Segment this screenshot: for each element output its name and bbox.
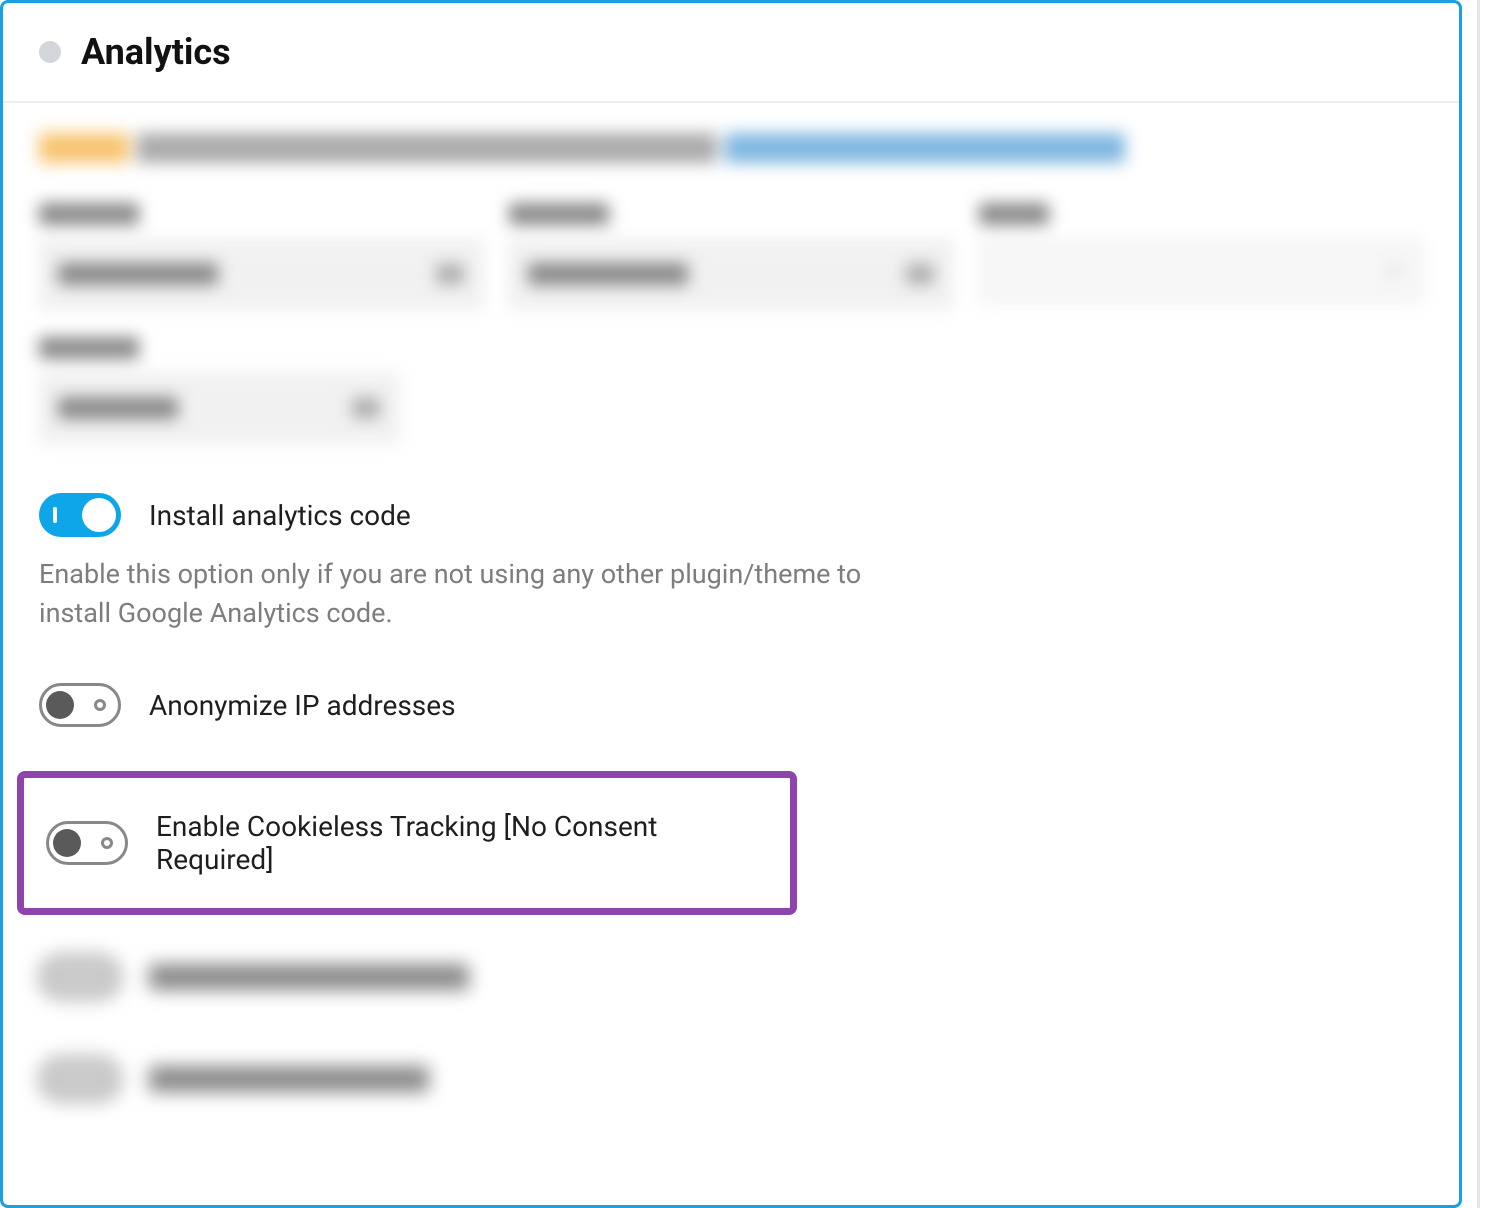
alert-link[interactable]: [725, 133, 1125, 163]
form-field-2: [509, 203, 953, 309]
blurred-option-row: [39, 1057, 1423, 1101]
text-input[interactable]: [39, 373, 399, 443]
install-analytics-help: Enable this option only if you are not u…: [39, 555, 889, 633]
cookieless-label: Enable Cookieless Tracking [No Consent R…: [156, 810, 768, 876]
install-analytics-section: Install analytics code Enable this optio…: [39, 493, 1423, 633]
analytics-panel: Analytics: [0, 0, 1462, 1208]
chevron-down-icon: [1384, 261, 1404, 281]
text-input[interactable]: [509, 239, 953, 309]
select-input[interactable]: [979, 239, 1423, 303]
blurred-options: [39, 955, 1423, 1101]
form-field-1: [39, 203, 483, 309]
toggle-knob: [82, 498, 116, 532]
right-divider: [1477, 0, 1480, 1208]
text-input[interactable]: [39, 239, 483, 309]
alert-banner: [39, 133, 1423, 163]
cookieless-highlight: Enable Cookieless Tracking [No Consent R…: [17, 771, 797, 915]
field-label: [39, 203, 139, 225]
anonymize-ip-toggle[interactable]: [39, 683, 121, 727]
anonymize-ip-label: Anonymize IP addresses: [149, 689, 456, 722]
toggle-knob: [46, 691, 74, 719]
blurred-toggle[interactable]: [39, 955, 121, 999]
alert-text: [137, 133, 717, 163]
toggle-tick-icon: [53, 507, 57, 523]
cookieless-row: Enable Cookieless Tracking [No Consent R…: [46, 810, 768, 876]
field-label: [39, 337, 139, 359]
toggle-ring-icon: [94, 699, 106, 711]
panel-body: Install analytics code Enable this optio…: [3, 103, 1459, 1189]
toggle-knob: [53, 829, 81, 857]
field-label: [509, 203, 609, 225]
form-field-4: [39, 337, 399, 443]
panel-header: Analytics: [3, 3, 1459, 103]
install-analytics-toggle[interactable]: [39, 493, 121, 537]
blurred-label: [149, 964, 469, 990]
status-dot-icon: [39, 41, 61, 63]
install-analytics-row: Install analytics code: [39, 493, 1423, 537]
blurred-toggle[interactable]: [39, 1057, 121, 1101]
install-analytics-label: Install analytics code: [149, 499, 411, 532]
alert-badge: [39, 133, 129, 163]
cookieless-toggle[interactable]: [46, 821, 128, 865]
blurred-option-row: [39, 955, 1423, 999]
anonymize-ip-row: Anonymize IP addresses: [39, 683, 1423, 727]
form-field-3: [979, 203, 1423, 309]
panel-title: Analytics: [81, 31, 231, 73]
blurred-label: [149, 1066, 429, 1092]
form-grid-row-1: [39, 203, 1423, 309]
toggle-ring-icon: [101, 837, 113, 849]
form-grid-row-2: [39, 337, 1423, 443]
field-label: [979, 203, 1049, 225]
